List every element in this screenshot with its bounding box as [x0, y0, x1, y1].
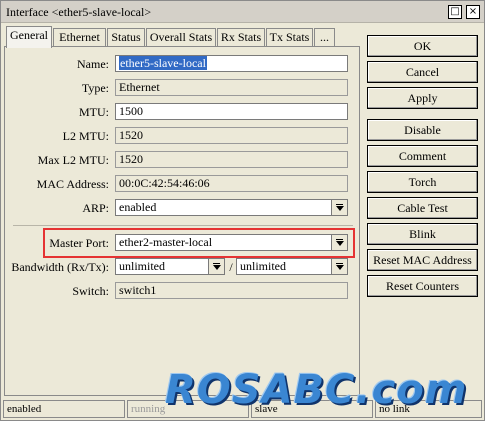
- general-panel: Name: ether5-slave-local Type: Ethernet …: [4, 46, 360, 396]
- bandwidth-label: Bandwidth (Rx/Tx):: [11, 260, 109, 274]
- apply-button[interactable]: Apply: [367, 87, 478, 109]
- disable-button[interactable]: Disable: [367, 119, 478, 141]
- mtu-label: MTU:: [79, 105, 109, 119]
- arp-label: ARP:: [82, 201, 109, 215]
- l2mtu-field: 1520: [115, 127, 348, 144]
- switch-field: switch1: [115, 282, 348, 299]
- type-field: Ethernet: [115, 79, 348, 96]
- torch-button[interactable]: Torch: [367, 171, 478, 193]
- bandwidth-rx-value: unlimited: [119, 259, 165, 273]
- reset-counters-button[interactable]: Reset Counters: [367, 275, 478, 297]
- bandwidth-separator: /: [229, 260, 233, 274]
- tab-general[interactable]: General: [6, 26, 52, 48]
- mac-address-label: MAC Address:: [36, 177, 109, 191]
- window-title: Interface <ether5-slave-local>: [6, 5, 152, 19]
- tab-overall-stats[interactable]: Overall Stats: [146, 28, 216, 47]
- interface-window: Interface <ether5-slave-local> □ × Gener…: [0, 0, 485, 421]
- tab-status[interactable]: Status: [107, 28, 145, 47]
- master-port-highlight: [43, 228, 355, 258]
- divider: [13, 225, 353, 226]
- tab-ethernet[interactable]: Ethernet: [53, 28, 106, 47]
- type-label: Type:: [81, 81, 109, 95]
- max-l2mtu-label: Max L2 MTU:: [37, 153, 109, 167]
- tab-more[interactable]: ...: [314, 28, 335, 47]
- watermark-logo: ROSABC.com: [165, 367, 468, 413]
- arp-select[interactable]: enabled: [115, 199, 348, 216]
- bandwidth-tx-dropdown-icon[interactable]: [331, 259, 347, 274]
- mtu-input[interactable]: 1500: [115, 103, 348, 120]
- reset-mac-address-button[interactable]: Reset MAC Address: [367, 249, 478, 271]
- bandwidth-rx-select[interactable]: unlimited: [115, 258, 225, 275]
- restore-icon[interactable]: □: [448, 5, 462, 19]
- arp-value: enabled: [119, 200, 157, 214]
- comment-button[interactable]: Comment: [367, 145, 478, 167]
- tab-rx-stats[interactable]: Rx Stats: [217, 28, 265, 47]
- l2mtu-label: L2 MTU:: [62, 129, 109, 143]
- status-enabled: enabled: [3, 400, 125, 418]
- bandwidth-rx-dropdown-icon[interactable]: [208, 259, 224, 274]
- close-icon[interactable]: ×: [466, 5, 480, 19]
- title-bar[interactable]: Interface <ether5-slave-local> □ ×: [1, 1, 484, 23]
- tab-tx-stats[interactable]: Tx Stats: [266, 28, 313, 47]
- cancel-button[interactable]: Cancel: [367, 61, 478, 83]
- max-l2mtu-field: 1520: [115, 151, 348, 168]
- name-input[interactable]: ether5-slave-local: [115, 55, 348, 72]
- bandwidth-tx-value: unlimited: [240, 259, 286, 273]
- cable-test-button[interactable]: Cable Test: [367, 197, 478, 219]
- tab-bar: General Ethernet Status Overall Stats Rx…: [6, 26, 366, 48]
- name-value: ether5-slave-local: [119, 56, 207, 70]
- switch-label: Switch:: [72, 284, 109, 298]
- name-label: Name:: [77, 57, 109, 71]
- ok-button[interactable]: OK: [367, 35, 478, 57]
- mac-address-field: 00:0C:42:54:46:06: [115, 175, 348, 192]
- bandwidth-tx-select[interactable]: unlimited: [236, 258, 348, 275]
- arp-dropdown-icon[interactable]: [331, 200, 347, 215]
- blink-button[interactable]: Blink: [367, 223, 478, 245]
